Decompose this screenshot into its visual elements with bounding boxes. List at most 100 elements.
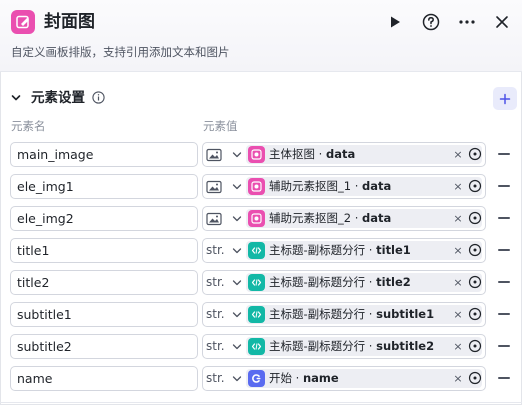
- run-icon[interactable]: [384, 11, 406, 33]
- remove-element-button[interactable]: [498, 313, 510, 315]
- variable-reference-tag[interactable]: 主体抠图 · data ×: [246, 145, 482, 164]
- chevron-down-icon: [232, 376, 242, 382]
- reference-label: 辅助元素抠图_2 · data: [269, 209, 391, 228]
- element-name-input[interactable]: title1: [10, 238, 198, 263]
- type-selector[interactable]: str.: [203, 271, 245, 294]
- variable-reference-tag[interactable]: 主标题-副标题分行 · title2 ×: [246, 273, 482, 292]
- reference-separator: ·: [365, 243, 377, 257]
- close-icon[interactable]: [491, 11, 513, 33]
- divider: [0, 402, 522, 403]
- remove-element-button[interactable]: [498, 281, 510, 283]
- remove-element-button[interactable]: [498, 345, 510, 347]
- reference-variable: subtitle1: [376, 307, 435, 321]
- element-row: name str. 开始 · name ×: [0, 366, 522, 391]
- reference-picker-icon[interactable]: [468, 307, 482, 321]
- element-name-input[interactable]: ele_img1: [10, 174, 198, 199]
- reference-source: 辅助元素抠图_1: [269, 179, 352, 193]
- remove-element-button[interactable]: [498, 153, 510, 155]
- reference-variable: subtitle2: [376, 339, 435, 353]
- chevron-down-icon: [232, 344, 242, 350]
- reference-picker-icon[interactable]: [468, 179, 482, 193]
- element-value-field: 主体抠图 · data ×: [202, 142, 486, 167]
- column-label-name: 元素名: [11, 119, 46, 133]
- element-name-input[interactable]: ele_img2: [10, 206, 198, 231]
- clear-reference-icon[interactable]: ×: [453, 337, 463, 356]
- remove-element-button[interactable]: [498, 185, 510, 187]
- variable-reference-tag[interactable]: 主标题-副标题分行 · subtitle1 ×: [246, 305, 482, 324]
- remove-element-button[interactable]: [498, 249, 510, 251]
- type-selector[interactable]: str.: [203, 303, 245, 326]
- add-element-button[interactable]: [493, 87, 517, 110]
- reference-picker-icon[interactable]: [468, 339, 482, 353]
- clear-reference-icon[interactable]: ×: [453, 209, 463, 228]
- variable-reference-tag[interactable]: 开始 · name ×: [246, 369, 482, 388]
- reference-source: 开始: [269, 371, 292, 385]
- section-title[interactable]: 元素设置: [31, 89, 85, 107]
- reference-separator: ·: [351, 211, 363, 225]
- type-label: str.: [206, 371, 225, 385]
- reference-source: 主标题-副标题分行: [269, 307, 366, 321]
- type-selector[interactable]: str.: [203, 367, 245, 390]
- reference-variable: data: [362, 211, 392, 225]
- reference-separator: ·: [365, 275, 377, 289]
- node-description: 自定义画板排版，支持引用添加文本和图片: [11, 45, 230, 59]
- element-value-field: str. 主标题-副标题分行 · title2 ×: [202, 270, 486, 295]
- element-row: subtitle1 str. 主标题-副标题分行 · subtitle1 ×: [0, 302, 522, 327]
- clear-reference-icon[interactable]: ×: [453, 177, 463, 196]
- reference-variable: name: [302, 371, 339, 385]
- type-selector[interactable]: [203, 175, 245, 198]
- type-label: str.: [206, 339, 225, 353]
- type-selector[interactable]: [203, 207, 245, 230]
- reference-picker-icon[interactable]: [468, 371, 482, 385]
- element-name-input[interactable]: subtitle1: [10, 302, 198, 327]
- chevron-down-icon[interactable]: [10, 92, 22, 104]
- element-row: title2 str. 主标题-副标题分行 · title2 ×: [0, 270, 522, 295]
- reference-separator: ·: [351, 179, 363, 193]
- image-node-icon: [248, 210, 265, 227]
- more-icon[interactable]: [456, 11, 478, 33]
- clear-reference-icon[interactable]: ×: [453, 305, 463, 324]
- element-row: title1 str. 主标题-副标题分行 · title1 ×: [0, 238, 522, 263]
- image-node-icon: [248, 178, 265, 195]
- variable-reference-tag[interactable]: 辅助元素抠图_1 · data ×: [246, 177, 482, 196]
- clear-reference-icon[interactable]: ×: [453, 145, 463, 164]
- type-selector[interactable]: str.: [203, 335, 245, 358]
- plus-icon: [499, 93, 511, 104]
- reference-label: 主标题-副标题分行 · title1: [269, 241, 411, 260]
- info-icon[interactable]: [92, 91, 105, 104]
- clear-reference-icon[interactable]: ×: [453, 241, 463, 260]
- element-value-field: 辅助元素抠图_2 · data ×: [202, 206, 486, 231]
- type-selector[interactable]: [203, 143, 245, 166]
- reference-label: 主标题-副标题分行 · subtitle1: [269, 305, 434, 324]
- reference-separator: ·: [365, 339, 377, 353]
- element-name-input[interactable]: name: [10, 366, 198, 391]
- reference-separator: ·: [315, 147, 326, 161]
- element-value-field: 辅助元素抠图_1 · data ×: [202, 174, 486, 199]
- remove-element-button[interactable]: [498, 377, 510, 379]
- reference-picker-icon[interactable]: [468, 211, 482, 225]
- reference-separator: ·: [292, 371, 303, 385]
- reference-picker-icon[interactable]: [468, 243, 482, 257]
- clear-reference-icon[interactable]: ×: [453, 273, 463, 292]
- reference-picker-icon[interactable]: [468, 147, 482, 161]
- remove-element-button[interactable]: [498, 217, 510, 219]
- type-selector[interactable]: str.: [203, 239, 245, 262]
- reference-picker-icon[interactable]: [468, 275, 482, 289]
- variable-reference-tag[interactable]: 主标题-副标题分行 · title1 ×: [246, 241, 482, 260]
- image-icon: [206, 175, 222, 198]
- reference-variable: title1: [376, 243, 411, 257]
- chevron-down-icon: [232, 248, 242, 254]
- variable-reference-tag[interactable]: 主标题-副标题分行 · subtitle2 ×: [246, 337, 482, 356]
- reference-source: 主标题-副标题分行: [269, 243, 366, 257]
- variable-reference-tag[interactable]: 辅助元素抠图_2 · data ×: [246, 209, 482, 228]
- element-name-input[interactable]: subtitle2: [10, 334, 198, 359]
- code-node-icon: [248, 274, 265, 291]
- chevron-down-icon: [232, 312, 242, 318]
- cover-image-node-icon: [11, 10, 35, 34]
- help-icon[interactable]: [420, 11, 442, 33]
- image-icon: [206, 143, 222, 166]
- element-name-input[interactable]: main_image: [10, 142, 198, 167]
- node-title[interactable]: 封面图: [44, 10, 95, 34]
- element-name-input[interactable]: title2: [10, 270, 198, 295]
- clear-reference-icon[interactable]: ×: [453, 369, 463, 388]
